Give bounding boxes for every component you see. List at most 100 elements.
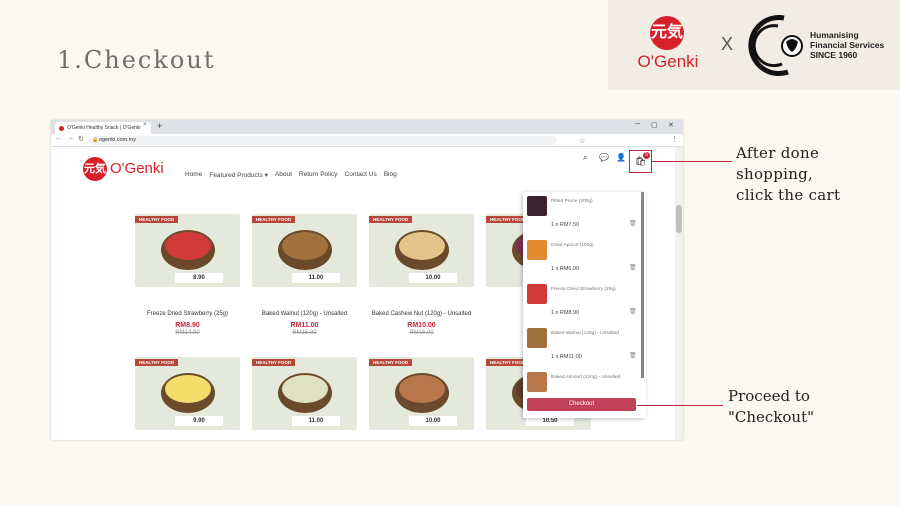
nav-item-return-policy[interactable]: Return Policy	[299, 171, 338, 179]
page-scrollbar[interactable]	[675, 147, 683, 440]
checkout-button[interactable]: Checkout	[527, 398, 636, 411]
cart-button[interactable]: 🛍 5	[629, 150, 652, 173]
product-tag: HEALTHY FOOD	[252, 216, 296, 223]
favicon-icon	[59, 126, 64, 131]
minimize-icon[interactable]: ─	[635, 121, 640, 128]
mini-cart-item-qty: 1 x RM11.00	[551, 354, 582, 360]
mini-cart-item: Baked Walnut (120g) - Unsalted 1 x RM11.0…	[527, 328, 639, 373]
page-scroll-thumb[interactable]	[676, 205, 682, 233]
trash-icon[interactable]: 🗑	[629, 308, 637, 315]
ogenki-logo-text: O'Genki	[637, 52, 699, 71]
browser-menu-icon[interactable]: ⋮	[671, 135, 678, 143]
site-logo-glyph: 元気	[83, 157, 107, 181]
product-fill	[165, 232, 211, 260]
mini-cart-item-image[interactable]	[527, 328, 547, 348]
product-price-strip: 9.90	[175, 416, 223, 426]
mini-cart-item-name[interactable]: Baked Walnut (120g) - Unsalted	[551, 331, 619, 336]
product-image[interactable]: HEALTHY FOOD 11.00	[252, 214, 357, 287]
reload-icon[interactable]: ↻	[78, 135, 84, 143]
lock-icon: 🔒	[92, 137, 99, 143]
product-image[interactable]: HEALTHY FOOD 8.90	[135, 214, 240, 287]
mini-cart-scroll-thumb[interactable]	[641, 192, 644, 378]
mini-cart-dropdown: Pitted Prune (200g) 1 x RM7.50 🗑 Dried Apri…	[523, 192, 646, 418]
product-fill	[282, 232, 328, 260]
nav-item-contact-us[interactable]: Contact Us	[345, 171, 377, 179]
mini-cart-item-image[interactable]	[527, 240, 547, 260]
partner-logo-icon	[748, 15, 803, 77]
product-price: RM8.90	[175, 322, 200, 329]
product-name[interactable]: Baked Walnut (120g) - Unsalted	[252, 311, 357, 317]
trash-icon[interactable]: 🗑	[629, 220, 637, 227]
window-close-icon[interactable]: ✕	[668, 121, 674, 129]
partner-line-1: Humanising	[810, 30, 859, 40]
nav-item-featured-products[interactable]: Featured Products ▾	[209, 171, 268, 179]
product-name[interactable]: Baked Cashew Nut (120g) - Unsalted	[369, 311, 474, 317]
mini-cart-item-image[interactable]	[527, 372, 547, 392]
mini-cart-item: Pitted Prune (200g) 1 x RM7.50 🗑	[527, 196, 639, 241]
user-icon[interactable]: 👤	[616, 153, 626, 162]
mini-cart-item-image[interactable]	[527, 284, 547, 304]
trash-icon[interactable]: 🗑	[629, 264, 637, 271]
checkout-callout-line-1: Proceed to	[728, 387, 810, 405]
cart-count-badge: 5	[643, 152, 650, 159]
nav-item-home[interactable]: Home	[185, 171, 202, 179]
mini-cart-item-name[interactable]: Baked Almond (120g) - Unsalted	[551, 375, 620, 380]
url-field[interactable]: 🔒 ogenki.com.my ☆	[89, 136, 585, 145]
back-icon[interactable]: ←	[55, 135, 62, 142]
product-card[interactable]: HEALTHY FOOD 9.90	[135, 357, 240, 430]
product-price-strip: 11.00	[292, 416, 340, 426]
forward-icon[interactable]: →	[67, 135, 74, 142]
product-fill	[165, 375, 211, 403]
star-icon[interactable]: ☆	[579, 137, 585, 146]
product-old-price: RM16.90	[409, 330, 434, 336]
maximize-icon[interactable]: ▢	[651, 121, 658, 129]
logo-separator: X	[721, 34, 734, 54]
tab-close-icon[interactable]: ×	[143, 122, 147, 128]
product-card[interactable]: HEALTHY FOOD 8.90 Freeze Dried Strawberry …	[135, 214, 240, 336]
product-card[interactable]: HEALTHY FOOD 11.00 Baked Walnut (120g) - U…	[252, 214, 357, 336]
mini-cart-item-name[interactable]: Freeze Dried Strawberry (25g)	[551, 287, 616, 292]
checkout-callout-line-2: "Checkout"	[728, 408, 815, 426]
product-image[interactable]: HEALTHY FOOD 10.00	[369, 357, 474, 430]
partner-line-3: SINCE 1960	[810, 50, 858, 60]
product-old-price: RM15.90	[292, 330, 317, 336]
cart-callout-line-3: click the cart	[736, 186, 841, 204]
site-logo-text: O'Genki	[110, 160, 164, 177]
mini-cart-item-image[interactable]	[527, 196, 547, 216]
product-image[interactable]: HEALTHY FOOD 11.00	[252, 357, 357, 430]
partner-line-2: Financial Services	[810, 40, 885, 50]
site-logo[interactable]: 元気 O'Genki	[83, 157, 175, 181]
cart-callout: After done shopping, click the cart	[736, 143, 840, 206]
checkout-callout: Proceed to "Checkout"	[728, 386, 814, 428]
product-old-price: RM14.90	[175, 330, 200, 336]
trash-icon[interactable]: 🗑	[629, 352, 637, 359]
product-price-strip: 11.00	[292, 273, 340, 283]
product-card[interactable]: HEALTHY FOOD 10.00	[369, 357, 474, 430]
address-bar-row: ← → ↻ 🔒 ogenki.com.my ☆ ⋮	[51, 134, 683, 147]
product-image[interactable]: HEALTHY FOOD 9.90	[135, 357, 240, 430]
browser-window: O'Genki Healthy Snack | O'Genki × + ─ ▢ …	[51, 120, 683, 440]
mini-cart-scrollbar[interactable]	[641, 192, 644, 378]
cart-callout-line-2: shopping,	[736, 165, 814, 183]
product-fill	[282, 375, 328, 403]
product-tag: HEALTHY FOOD	[369, 216, 413, 223]
product-card[interactable]: HEALTHY FOOD 11.00	[252, 357, 357, 430]
product-price: RM11.00	[290, 322, 319, 329]
mini-cart-item: Dried Apricot (100g) 1 x RM6.90 🗑	[527, 240, 639, 285]
product-card[interactable]: HEALTHY FOOD 10.00 Baked Cashew Nut (120g)…	[369, 214, 474, 336]
slide-title: 1.Checkout	[57, 46, 216, 74]
nav-item-about[interactable]: About	[275, 171, 292, 179]
mini-cart-item-name[interactable]: Dried Apricot (100g)	[551, 243, 594, 248]
product-tag: HEALTHY FOOD	[135, 359, 179, 366]
chat-icon[interactable]: 💬	[599, 153, 609, 162]
product-image[interactable]: HEALTHY FOOD 10.00	[369, 214, 474, 287]
browser-tab[interactable]: O'Genki Healthy Snack | O'Genki	[55, 122, 151, 134]
mini-cart-item-name[interactable]: Pitted Prune (200g)	[551, 199, 593, 204]
new-tab-button[interactable]: +	[157, 121, 162, 131]
product-name[interactable]: Freeze Dried Strawberry (25g)	[135, 311, 240, 317]
nav-item-blog[interactable]: Blog	[384, 171, 397, 179]
product-price: RM10.00	[407, 322, 436, 329]
mini-cart-item-qty: 1 x RM8.90	[551, 310, 580, 316]
logo-panel: 元気 O'Genki X Humanising Financial Servic…	[608, 0, 900, 90]
search-icon[interactable]: ⌕	[583, 153, 587, 163]
